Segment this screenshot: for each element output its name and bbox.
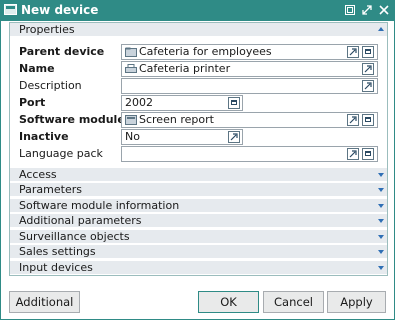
- section-additional-parameters[interactable]: Additional parameters: [10, 214, 387, 228]
- toggle-icon[interactable]: [228, 131, 240, 143]
- name-field[interactable]: Cafeteria printer: [121, 61, 378, 77]
- expand-icon[interactable]: [359, 3, 374, 18]
- section-sales-settings[interactable]: Sales settings: [10, 245, 387, 259]
- window-icon: [4, 4, 17, 15]
- name-value: Cafeteria printer: [139, 62, 231, 75]
- section-software-module-information[interactable]: Software module information: [10, 199, 387, 213]
- ok-button[interactable]: OK: [198, 291, 259, 313]
- expand-arrow-icon[interactable]: [378, 204, 384, 208]
- apply-button[interactable]: Apply: [327, 291, 386, 313]
- select-button[interactable]: [362, 114, 374, 126]
- folder-icon: [125, 47, 137, 57]
- parent-device-label: Parent device: [19, 45, 105, 58]
- parent-device-value: Cafeteria for employees: [139, 45, 272, 58]
- edit-icon[interactable]: [362, 80, 374, 92]
- dialog-window: New device Properties Parent device Cafe…: [0, 0, 395, 320]
- close-icon[interactable]: [376, 3, 391, 18]
- expand-arrow-icon[interactable]: [378, 250, 384, 254]
- cancel-button[interactable]: Cancel: [263, 291, 324, 313]
- software-module-field[interactable]: Screen report: [121, 112, 378, 128]
- port-field[interactable]: 2002: [121, 95, 243, 111]
- collapse-arrow-icon[interactable]: [378, 27, 384, 31]
- language-pack-field[interactable]: [121, 146, 378, 162]
- section-label: Parameters: [19, 183, 82, 196]
- expand-arrow-icon[interactable]: [378, 266, 384, 270]
- section-label: Sales settings: [19, 245, 96, 258]
- parent-device-field[interactable]: Cafeteria for employees: [121, 44, 378, 60]
- section-label: Additional parameters: [19, 214, 142, 227]
- section-label: Software module information: [19, 199, 180, 212]
- module-icon: [125, 115, 137, 125]
- expand-arrow-icon[interactable]: [378, 235, 384, 239]
- port-value: 2002: [125, 96, 153, 109]
- section-label: Properties: [19, 23, 75, 36]
- printer-icon: [125, 64, 137, 73]
- button-bar: Additional OK Cancel Apply: [1, 285, 394, 319]
- select-button[interactable]: [362, 148, 374, 160]
- section-parameters[interactable]: Parameters: [10, 183, 387, 197]
- section-input-devices[interactable]: Input devices: [10, 261, 387, 275]
- section-label: Surveillance objects: [19, 230, 130, 243]
- software-module-label: Software module: [19, 113, 125, 126]
- section-label: Access: [19, 168, 57, 181]
- calculator-button[interactable]: [228, 97, 240, 109]
- additional-button[interactable]: Additional: [9, 291, 80, 313]
- restore-icon[interactable]: [342, 3, 357, 18]
- link-icon[interactable]: [347, 46, 359, 58]
- name-label: Name: [19, 62, 55, 75]
- expand-arrow-icon[interactable]: [378, 173, 384, 177]
- edit-icon[interactable]: [362, 63, 374, 75]
- inactive-value: No: [125, 130, 140, 143]
- link-icon[interactable]: [347, 148, 359, 160]
- properties-panel: Properties Parent device Cafeteria for e…: [9, 22, 388, 276]
- inactive-field[interactable]: No: [121, 129, 243, 145]
- expand-arrow-icon[interactable]: [378, 219, 384, 223]
- link-icon[interactable]: [347, 114, 359, 126]
- section-label: Input devices: [19, 261, 93, 274]
- section-access[interactable]: Access: [10, 168, 387, 182]
- inactive-label: Inactive: [19, 130, 69, 143]
- title-bar[interactable]: New device: [1, 1, 394, 21]
- software-module-value: Screen report: [139, 113, 214, 126]
- window-title: New device: [21, 3, 99, 17]
- port-label: Port: [19, 96, 46, 109]
- language-pack-label: Language pack: [19, 147, 103, 160]
- section-surveillance-objects[interactable]: Surveillance objects: [10, 230, 387, 244]
- section-properties[interactable]: Properties: [10, 23, 387, 37]
- expand-arrow-icon[interactable]: [378, 188, 384, 192]
- description-label: Description: [19, 79, 82, 92]
- description-field[interactable]: [121, 78, 378, 94]
- select-button[interactable]: [362, 46, 374, 58]
